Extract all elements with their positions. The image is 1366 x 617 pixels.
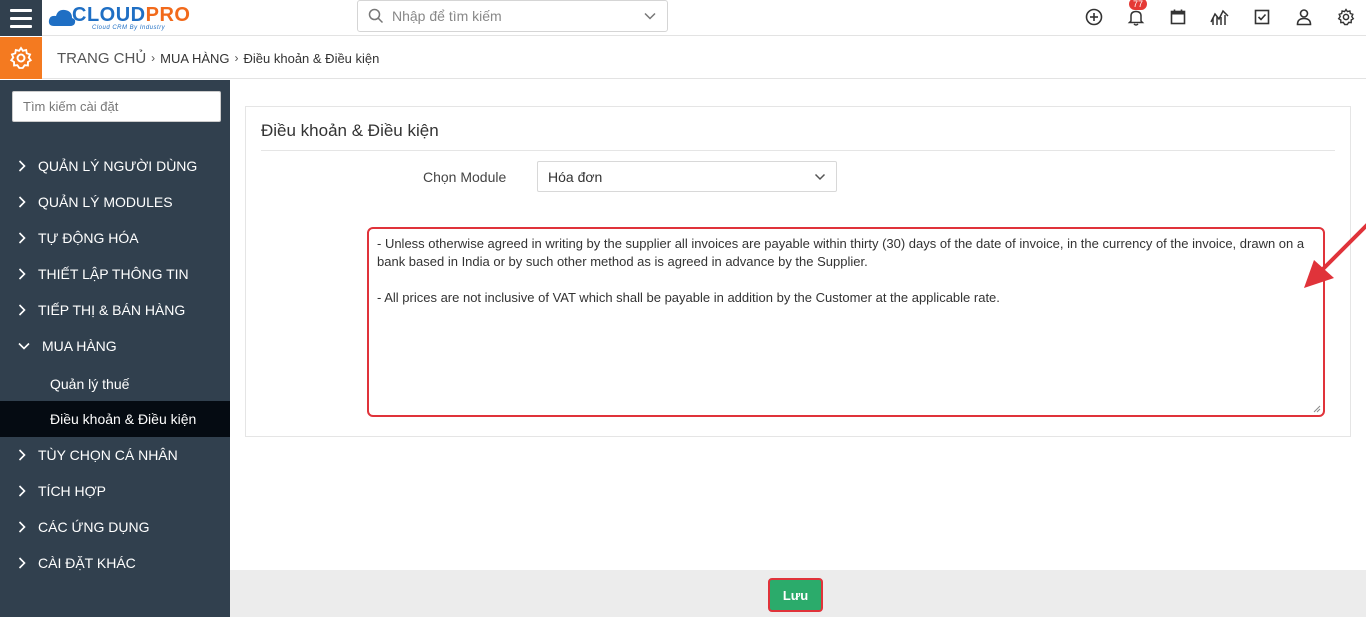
user-icon: [1296, 9, 1312, 26]
hamburger-line: [10, 8, 32, 12]
chevron-right-icon: [18, 268, 26, 280]
top-bar: CLOUDPRO Cloud CRM By Industry 77: [0, 0, 1366, 36]
breadcrumb-bar: TRANG CHỦ › MUA HÀNG › Điều khoản & Điều…: [0, 37, 1366, 79]
reports-button[interactable]: [1210, 7, 1230, 27]
settings-menu: QUẢN LÝ NGƯỜI DÙNG QUẢN LÝ MODULES TỰ ĐỘ…: [0, 148, 230, 581]
module-select[interactable]: Hóa đơn: [537, 161, 837, 192]
notifications-button[interactable]: 77: [1126, 0, 1148, 27]
chevron-right-icon: [18, 449, 26, 461]
sidebar-item-personal-preferences[interactable]: TÙY CHỌN CÁ NHÂN: [0, 437, 230, 473]
save-button[interactable]: Lưu: [768, 578, 823, 612]
hamburger-line: [10, 24, 32, 28]
sidebar-item-label: THIẾT LẬP THÔNG TIN: [38, 266, 189, 282]
sidebar-item-label: TÙY CHỌN CÁ NHÂN: [38, 447, 178, 463]
chevron-right-icon: [18, 557, 26, 569]
terms-line: - Unless otherwise agreed in writing by …: [377, 236, 1305, 269]
breadcrumb: TRANG CHỦ › MUA HÀNG › Điều khoản & Điều…: [57, 37, 379, 79]
terms-textarea[interactable]: - Unless otherwise agreed in writing by …: [367, 227, 1325, 417]
plus-circle-icon: [1085, 8, 1103, 26]
cloud-logo-icon: [48, 9, 76, 26]
logo-tagline: Cloud CRM By Industry: [92, 25, 166, 31]
chevron-right-icon: [18, 232, 26, 244]
resize-handle-icon[interactable]: [1313, 405, 1321, 413]
annotation-arrow-icon: [1304, 223, 1366, 288]
hamburger-menu-button[interactable]: [0, 0, 42, 36]
sidebar-item-marketing-sales[interactable]: TIẾP THỊ & BÁN HÀNG: [0, 292, 230, 328]
sidebar-item-integration[interactable]: TÍCH HỢP: [0, 473, 230, 509]
breadcrumb-separator-icon: ›: [234, 51, 239, 65]
divider: [261, 150, 1335, 151]
chevron-right-icon: [18, 485, 26, 497]
logo-pro-text: PRO: [145, 4, 191, 26]
sidebar-item-label: CÁC ỨNG DỤNG: [38, 519, 150, 535]
hamburger-line: [10, 16, 32, 20]
calendar-button[interactable]: [1168, 7, 1188, 27]
module-select-value: Hóa đơn: [548, 168, 603, 185]
sidebar-item-label: CÀI ĐẶT KHÁC: [38, 555, 136, 571]
calendar-icon: [1170, 9, 1186, 25]
checkbox-icon: [1254, 9, 1270, 25]
sidebar-item-label: TIẾP THỊ & BÁN HÀNG: [38, 302, 186, 318]
search-input[interactable]: [384, 8, 643, 24]
sidebar-item-automation[interactable]: TỰ ĐỘNG HÓA: [0, 220, 230, 256]
search-icon: [368, 8, 384, 24]
sidebar-item-label: QUẢN LÝ MODULES: [38, 194, 173, 210]
breadcrumb-current: Điều khoản & Điều kiện: [243, 50, 380, 66]
chart-icon: [1210, 9, 1229, 25]
breadcrumb-separator-icon: ›: [151, 51, 156, 65]
top-icons: 77: [1062, 0, 1356, 34]
sidebar-item-label: TỰ ĐỘNG HÓA: [38, 230, 139, 246]
chevron-down-icon[interactable]: [643, 9, 657, 23]
chevron-right-icon: [18, 521, 26, 533]
footer-bar: Lưu: [230, 570, 1366, 617]
sidebar-subitem-terms-conditions[interactable]: Điều khoản & Điều kiện: [0, 401, 230, 437]
sidebar-item-label: MUA HÀNG: [42, 338, 117, 354]
sidebar-item-modules[interactable]: QUẢN LÝ MODULES: [0, 184, 230, 220]
page-title: Điều khoản & Điều kiện: [261, 121, 439, 140]
logo[interactable]: CLOUDPRO Cloud CRM By Industry: [48, 2, 190, 34]
chevron-right-icon: [18, 304, 26, 316]
chevron-down-icon: [18, 342, 30, 350]
sidebar-subitem-label: Điều khoản & Điều kiện: [50, 411, 197, 427]
chevron-right-icon: [18, 160, 26, 172]
add-button[interactable]: [1084, 7, 1104, 27]
gear-icon: [1337, 8, 1355, 26]
sidebar-item-info-setup[interactable]: THIẾT LẬP THÔNG TIN: [0, 256, 230, 292]
settings-home-button[interactable]: [0, 37, 42, 79]
profile-button[interactable]: [1294, 7, 1314, 27]
sidebar-subitem-label: Quản lý thuế: [50, 375, 130, 392]
main-content: Điều khoản & Điều kiện Chọn Module Hóa đ…: [230, 80, 1366, 570]
sidebar-item-purchasing[interactable]: MUA HÀNG: [0, 328, 230, 364]
breadcrumb-home-link[interactable]: TRANG CHỦ: [57, 50, 146, 67]
logo-cloud-text: CLOUD: [72, 4, 146, 26]
settings-search-input[interactable]: [12, 91, 221, 122]
chevron-right-icon: [18, 196, 26, 208]
settings-button[interactable]: [1336, 7, 1356, 27]
sidebar-item-user-management[interactable]: QUẢN LÝ NGƯỜI DÙNG: [0, 148, 230, 184]
sidebar-subitem-tax-management[interactable]: Quản lý thuế: [0, 366, 230, 401]
gear-icon: [9, 46, 33, 69]
bell-icon: [1127, 10, 1145, 26]
terms-line: - All prices are not inclusive of VAT wh…: [377, 290, 1000, 305]
settings-sidebar: QUẢN LÝ NGƯỜI DÙNG QUẢN LÝ MODULES TỰ ĐỘ…: [0, 80, 230, 617]
terms-panel: Điều khoản & Điều kiện Chọn Module Hóa đ…: [245, 106, 1351, 437]
module-select-label: Chọn Module: [423, 169, 507, 185]
tasks-button[interactable]: [1252, 7, 1272, 27]
global-search: [357, 0, 668, 32]
notification-count-badge: 77: [1129, 0, 1148, 10]
sidebar-item-label: QUẢN LÝ NGƯỜI DÙNG: [38, 158, 198, 174]
sidebar-item-applications[interactable]: CÁC ỨNG DỤNG: [0, 509, 230, 545]
breadcrumb-level1-link[interactable]: MUA HÀNG: [160, 51, 229, 66]
sidebar-item-label: TÍCH HỢP: [38, 483, 107, 499]
sidebar-item-other-settings[interactable]: CÀI ĐẶT KHÁC: [0, 545, 230, 581]
chevron-down-icon: [814, 173, 826, 180]
